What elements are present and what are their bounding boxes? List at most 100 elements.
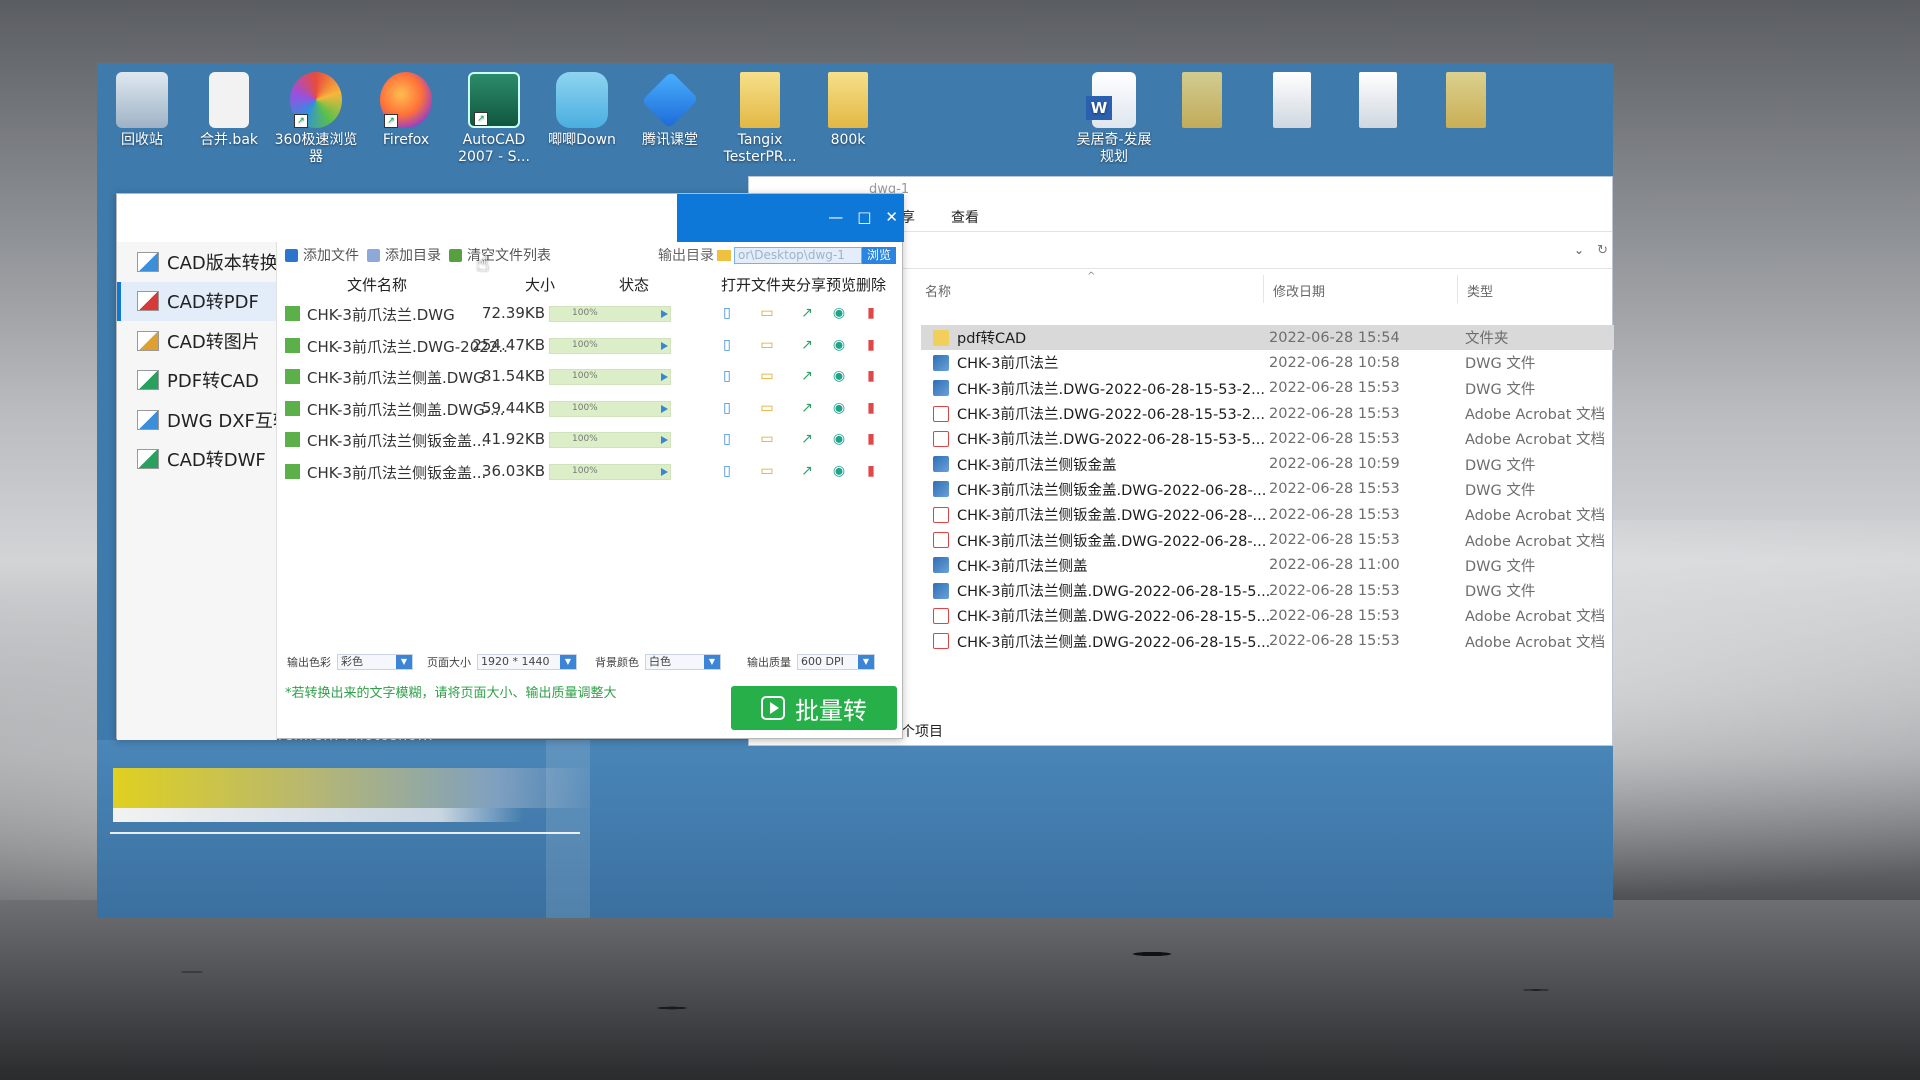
sidebar-item-4[interactable]: DWG DXF互转: [117, 400, 276, 440]
explorer-file-row[interactable]: CHK-3前爪法兰 2022-06-28 10:58 DWG 文件: [921, 350, 1614, 375]
page-size-select[interactable]: 1920 * 1440 ▼: [477, 654, 577, 670]
desktop-icon-recycle-bin[interactable]: 回收站: [100, 72, 184, 149]
output-path-input[interactable]: or\Desktop\dwg-1: [733, 246, 862, 264]
desktop-icon-bak-file[interactable]: 合并.bak: [187, 72, 271, 149]
desktop-icon-tangix-folder[interactable]: Tangix TesterPR...: [718, 72, 802, 166]
delete-trash-icon[interactable]: ▮: [863, 400, 879, 416]
output-color-select[interactable]: 彩色 ▼: [337, 654, 413, 670]
sidebar-item-3[interactable]: PDF转CAD: [117, 361, 276, 401]
explorer-file-row[interactable]: CHK-3前爪法兰.DWG-2022-06-28-15-53-2... 2022-…: [921, 401, 1614, 426]
desktop-icon-firefox[interactable]: ↗ Firefox: [364, 72, 448, 149]
desktop-icon-autocad[interactable]: ↗ AutoCAD 2007 - S...: [452, 72, 536, 166]
conversion-file-row[interactable]: CHK-3前爪法兰.DWG-2022... 254.47KB 100% ▯ ▭ ↗ ◉ ▮: [277, 330, 904, 362]
file-name: CHK-3前爪法兰侧钣金盖.DWG-2022-06-28-...: [957, 533, 1267, 550]
conversion-file-row[interactable]: CHK-3前爪法兰.DWG 72.39KB 100% ▯ ▭ ↗ ◉ ▮: [277, 298, 904, 330]
explorer-file-row[interactable]: CHK-3前爪法兰.DWG-2022-06-28-15-53-2... 2022-…: [921, 376, 1614, 401]
ribbon-tab-view[interactable]: 查看: [951, 207, 979, 227]
add-directory-button[interactable]: 添加目录: [367, 245, 441, 265]
column-header-name[interactable]: 名称: [925, 281, 951, 300]
share-icon[interactable]: ↗: [799, 463, 815, 479]
explorer-file-row[interactable]: CHK-3前爪法兰侧盖.DWG-2022-06-28-15-5... 2022-0…: [921, 629, 1614, 654]
open-folder-icon[interactable]: ▭: [759, 400, 775, 416]
delete-trash-icon[interactable]: ▮: [863, 431, 879, 447]
chevron-down-icon[interactable]: ⌄: [1574, 243, 1584, 257]
explorer-file-row[interactable]: CHK-3前爪法兰.DWG-2022-06-28-15-53-5... 2022-…: [921, 426, 1614, 451]
preview-eye-icon[interactable]: ◉: [831, 368, 847, 384]
sidebar-item-label: DWG DXF互转: [167, 410, 276, 432]
share-icon[interactable]: ↗: [799, 305, 815, 321]
explorer-file-row[interactable]: CHK-3前爪法兰侧盖 2022-06-28 11:00 DWG 文件: [921, 553, 1614, 578]
sidebar-item-1[interactable]: CAD转PDF: [117, 281, 276, 321]
preview-eye-icon[interactable]: ◉: [831, 400, 847, 416]
option-output-quality: 输出质量 600 DPI ▼: [747, 654, 875, 670]
file-type: DWG 文件: [1465, 457, 1536, 474]
open-folder-icon[interactable]: ▭: [759, 337, 775, 353]
explorer-file-row[interactable]: CHK-3前爪法兰侧钣金盖.DWG-2022-06-28-... 2022-06-…: [921, 477, 1614, 502]
explorer-file-row[interactable]: pdf转CAD 2022-06-28 15:54 文件夹: [921, 325, 1614, 351]
column-header-date[interactable]: 修改日期: [1273, 281, 1325, 300]
bg-color-select[interactable]: 白色 ▼: [645, 654, 721, 670]
share-icon[interactable]: ↗: [799, 400, 815, 416]
explorer-file-row[interactable]: CHK-3前爪法兰侧钣金盖.DWG-2022-06-28-... 2022-06-…: [921, 502, 1614, 527]
explorer-file-row[interactable]: CHK-3前爪法兰侧钣金盖 2022-06-28 10:59 DWG 文件: [921, 451, 1614, 476]
open-folder-icon[interactable]: ▭: [759, 368, 775, 384]
minimize-icon[interactable]: —: [828, 208, 843, 226]
file-name: CHK-3前爪法兰.DWG-2022-06-28-15-53-2...: [957, 407, 1265, 424]
desktop-icon-360-browser[interactable]: ↗ 360极速浏览器: [274, 72, 358, 166]
desktop-icon-folder-blank[interactable]: [1160, 72, 1244, 132]
conversion-file-row[interactable]: CHK-3前爪法兰侧钣金盖... 41.92KB 100% ▯ ▭ ↗ ◉ ▮: [277, 424, 904, 456]
sidebar-item-5[interactable]: CAD转DWF: [117, 440, 276, 480]
batch-convert-button[interactable]: 批量转: [731, 686, 897, 730]
delete-trash-icon[interactable]: ▮: [863, 368, 879, 384]
delete-trash-icon[interactable]: ▮: [863, 463, 879, 479]
explorer-file-row[interactable]: CHK-3前爪法兰侧盖.DWG-2022-06-28-15-5... 2022-0…: [921, 578, 1614, 603]
open-file-icon[interactable]: ▯: [719, 463, 735, 479]
browse-button[interactable]: 浏览: [861, 246, 896, 264]
desktop-icon-file-blank[interactable]: [1336, 72, 1420, 132]
output-quality-select[interactable]: 600 DPI ▼: [797, 654, 875, 670]
desktop-icon-800k-folder[interactable]: 800k: [806, 72, 890, 149]
add-file-button[interactable]: 添加文件: [285, 245, 359, 265]
preview-eye-icon[interactable]: ◉: [831, 431, 847, 447]
open-file-icon[interactable]: ▯: [719, 368, 735, 384]
preview-eye-icon[interactable]: ◉: [831, 463, 847, 479]
open-folder-icon[interactable]: ▭: [759, 431, 775, 447]
share-icon[interactable]: ↗: [799, 368, 815, 384]
chevron-down-icon: ▼: [396, 655, 412, 669]
sidebar-item-0[interactable]: CAD版本转换: [117, 242, 276, 282]
share-icon[interactable]: ↗: [799, 337, 815, 353]
app-title-bar-accent[interactable]: — □ ✕: [677, 194, 904, 242]
file-date: 2022-06-28 15:53: [1269, 506, 1400, 523]
clear-list-button[interactable]: 清空文件列表: [449, 245, 551, 265]
sidebar-item-2[interactable]: CAD转图片: [117, 321, 276, 361]
open-file-icon[interactable]: ▯: [719, 400, 735, 416]
delete-trash-icon[interactable]: ▮: [863, 305, 879, 321]
open-folder-icon[interactable]: ▭: [759, 305, 775, 321]
explorer-file-row[interactable]: CHK-3前爪法兰侧盖.DWG-2022-06-28-15-5... 2022-0…: [921, 603, 1614, 628]
desktop-icon-jijidown[interactable]: 唧唧Down: [540, 72, 624, 149]
open-folder-icon[interactable]: ▭: [759, 463, 775, 479]
maximize-icon[interactable]: □: [857, 208, 871, 226]
conversion-file-row[interactable]: CHK-3前爪法兰侧盖.DWG 81.54KB 100% ▯ ▭ ↗ ◉ ▮: [277, 361, 904, 393]
conversion-file-row[interactable]: CHK-3前爪法兰侧钣金盖... 36.03KB 100% ▯ ▭ ↗ ◉ ▮: [277, 456, 904, 488]
open-file-icon[interactable]: ▯: [719, 431, 735, 447]
refresh-icon[interactable]: ↻: [1597, 243, 1608, 258]
share-icon[interactable]: ↗: [799, 431, 815, 447]
delete-trash-icon[interactable]: ▮: [863, 337, 879, 353]
open-file-icon[interactable]: ▯: [719, 305, 735, 321]
desktop-icon-word-doc[interactable]: W 吴居奇-发展规划: [1072, 72, 1156, 166]
open-file-icon[interactable]: ▯: [719, 337, 735, 353]
preview-eye-icon[interactable]: ◉: [831, 337, 847, 353]
explorer-file-row[interactable]: CHK-3前爪法兰侧钣金盖.DWG-2022-06-28-... 2022-06-…: [921, 527, 1614, 552]
preview-eye-icon[interactable]: ◉: [831, 305, 847, 321]
firefox-icon: ↗: [380, 72, 432, 128]
desktop-icon-folder-blank[interactable]: [1424, 72, 1508, 132]
conversion-file-row[interactable]: CHK-3前爪法兰侧盖.DWG-... 59.44KB 100% ▯ ▭ ↗ ◉ ▮: [277, 393, 904, 425]
desktop-icon-tencent-classroom[interactable]: 腾讯课堂: [628, 71, 712, 149]
desktop-icon-file-blank[interactable]: [1250, 72, 1334, 132]
close-icon[interactable]: ✕: [885, 208, 898, 226]
desktop-icon-label: 800k: [830, 132, 866, 148]
column-header-type[interactable]: 类型: [1467, 281, 1493, 300]
file-icon: [1273, 72, 1311, 128]
app-title-bar[interactable]: [117, 194, 677, 242]
